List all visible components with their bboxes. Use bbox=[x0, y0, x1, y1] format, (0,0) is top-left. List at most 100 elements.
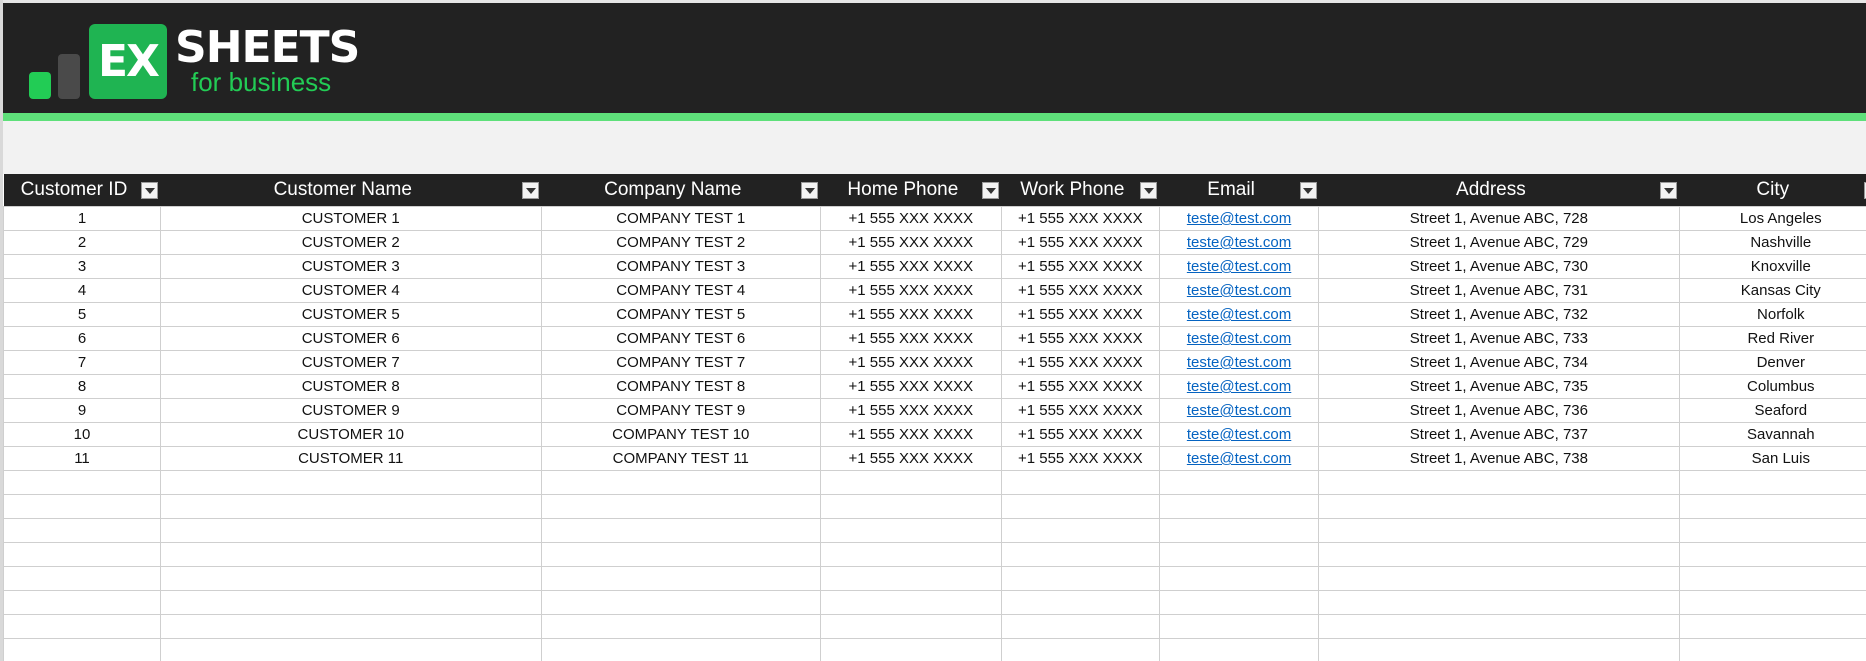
column-header[interactable]: Work Phone bbox=[1001, 174, 1160, 207]
empty-cell[interactable] bbox=[540, 542, 821, 567]
table-cell[interactable]: Norfolk bbox=[1678, 302, 1866, 327]
table-cell[interactable]: +1 555 XXX XXXX bbox=[1000, 374, 1160, 399]
table-cell[interactable]: +1 555 XXX XXXX bbox=[819, 206, 1002, 231]
table-cell[interactable]: +1 555 XXX XXXX bbox=[1000, 398, 1160, 423]
table-cell[interactable]: teste@test.com bbox=[1158, 374, 1320, 399]
table-cell[interactable]: Columbus bbox=[1678, 374, 1866, 399]
table-cell[interactable]: 3 bbox=[3, 254, 161, 279]
email-link[interactable]: teste@test.com bbox=[1187, 210, 1291, 227]
table-cell[interactable]: teste@test.com bbox=[1158, 398, 1320, 423]
table-cell[interactable]: +1 555 XXX XXXX bbox=[819, 278, 1002, 303]
empty-cell[interactable] bbox=[3, 494, 161, 519]
table-cell[interactable]: San Luis bbox=[1678, 446, 1866, 471]
empty-cell[interactable] bbox=[540, 494, 821, 519]
table-cell[interactable]: +1 555 XXX XXXX bbox=[1000, 446, 1160, 471]
table-cell[interactable]: COMPANY TEST 9 bbox=[540, 398, 821, 423]
filter-dropdown-button[interactable] bbox=[801, 182, 819, 199]
table-cell[interactable]: Los Angeles bbox=[1678, 206, 1866, 231]
table-cell[interactable]: COMPANY TEST 8 bbox=[540, 374, 821, 399]
table-cell[interactable]: Street 1, Avenue ABC, 738 bbox=[1318, 446, 1680, 471]
table-cell[interactable]: teste@test.com bbox=[1158, 254, 1320, 279]
table-cell[interactable]: Knoxville bbox=[1678, 254, 1866, 279]
column-header[interactable]: Email bbox=[1159, 174, 1319, 207]
table-cell[interactable]: +1 555 XXX XXXX bbox=[1000, 302, 1160, 327]
table-cell[interactable]: Street 1, Avenue ABC, 733 bbox=[1318, 326, 1680, 351]
table-cell[interactable]: CUSTOMER 3 bbox=[159, 254, 542, 279]
empty-cell[interactable] bbox=[159, 566, 542, 591]
table-cell[interactable]: CUSTOMER 1 bbox=[159, 206, 542, 231]
table-cell[interactable]: COMPANY TEST 11 bbox=[540, 446, 821, 471]
table-cell[interactable]: Street 1, Avenue ABC, 736 bbox=[1318, 398, 1680, 423]
table-cell[interactable]: teste@test.com bbox=[1158, 230, 1320, 255]
email-link[interactable]: teste@test.com bbox=[1187, 306, 1291, 323]
table-cell[interactable]: 9 bbox=[3, 398, 161, 423]
table-cell[interactable]: COMPANY TEST 2 bbox=[540, 230, 821, 255]
empty-cell[interactable] bbox=[1678, 590, 1866, 615]
empty-cell[interactable] bbox=[1678, 566, 1866, 591]
table-cell[interactable]: COMPANY TEST 1 bbox=[540, 206, 821, 231]
table-cell[interactable]: 5 bbox=[3, 302, 161, 327]
empty-cell[interactable] bbox=[540, 518, 821, 543]
table-cell[interactable]: CUSTOMER 10 bbox=[159, 422, 542, 447]
empty-cell[interactable] bbox=[159, 614, 542, 639]
empty-cell[interactable] bbox=[3, 542, 161, 567]
table-cell[interactable]: Street 1, Avenue ABC, 737 bbox=[1318, 422, 1680, 447]
table-cell[interactable]: 2 bbox=[3, 230, 161, 255]
empty-cell[interactable] bbox=[159, 494, 542, 519]
empty-cell[interactable] bbox=[1318, 518, 1680, 543]
filter-dropdown-button[interactable] bbox=[1660, 182, 1678, 199]
empty-cell[interactable] bbox=[1678, 542, 1866, 567]
empty-cell[interactable] bbox=[3, 638, 161, 661]
empty-cell[interactable] bbox=[540, 638, 821, 661]
table-cell[interactable]: CUSTOMER 4 bbox=[159, 278, 542, 303]
table-cell[interactable]: 7 bbox=[3, 350, 161, 375]
table-cell[interactable]: +1 555 XXX XXXX bbox=[1000, 278, 1160, 303]
empty-cell[interactable] bbox=[1318, 494, 1680, 519]
filter-dropdown-button[interactable] bbox=[1140, 182, 1158, 199]
table-cell[interactable]: CUSTOMER 7 bbox=[159, 350, 542, 375]
table-cell[interactable]: Street 1, Avenue ABC, 734 bbox=[1318, 350, 1680, 375]
empty-cell[interactable] bbox=[819, 470, 1002, 495]
table-cell[interactable]: Seaford bbox=[1678, 398, 1866, 423]
table-cell[interactable]: +1 555 XXX XXXX bbox=[819, 254, 1002, 279]
email-link[interactable]: teste@test.com bbox=[1187, 426, 1291, 443]
table-cell[interactable]: CUSTOMER 2 bbox=[159, 230, 542, 255]
table-cell[interactable]: +1 555 XXX XXXX bbox=[819, 302, 1002, 327]
table-cell[interactable]: teste@test.com bbox=[1158, 278, 1320, 303]
column-header[interactable]: City bbox=[1679, 174, 1866, 207]
filter-dropdown-button[interactable] bbox=[982, 182, 1000, 199]
empty-cell[interactable] bbox=[540, 470, 821, 495]
table-cell[interactable]: +1 555 XXX XXXX bbox=[819, 446, 1002, 471]
column-header[interactable]: Company Name bbox=[541, 174, 821, 207]
empty-cell[interactable] bbox=[819, 590, 1002, 615]
empty-cell[interactable] bbox=[540, 566, 821, 591]
table-cell[interactable]: teste@test.com bbox=[1158, 326, 1320, 351]
empty-cell[interactable] bbox=[540, 590, 821, 615]
empty-cell[interactable] bbox=[1678, 518, 1866, 543]
table-cell[interactable]: Kansas City bbox=[1678, 278, 1866, 303]
column-header[interactable]: Customer Name bbox=[160, 174, 542, 207]
filter-dropdown-button[interactable] bbox=[1299, 182, 1317, 199]
table-cell[interactable]: +1 555 XXX XXXX bbox=[1000, 230, 1160, 255]
email-link[interactable]: teste@test.com bbox=[1187, 354, 1291, 371]
table-cell[interactable]: 8 bbox=[3, 374, 161, 399]
table-cell[interactable]: 4 bbox=[3, 278, 161, 303]
empty-cell[interactable] bbox=[3, 518, 161, 543]
empty-cell[interactable] bbox=[1000, 494, 1160, 519]
empty-cell[interactable] bbox=[1678, 614, 1866, 639]
table-cell[interactable]: CUSTOMER 9 bbox=[159, 398, 542, 423]
empty-cell[interactable] bbox=[3, 566, 161, 591]
empty-cell[interactable] bbox=[819, 614, 1002, 639]
empty-cell[interactable] bbox=[819, 518, 1002, 543]
table-cell[interactable]: +1 555 XXX XXXX bbox=[819, 230, 1002, 255]
table-cell[interactable]: teste@test.com bbox=[1158, 422, 1320, 447]
table-cell[interactable]: 10 bbox=[3, 422, 161, 447]
filter-dropdown-button[interactable] bbox=[522, 182, 540, 199]
empty-cell[interactable] bbox=[1318, 566, 1680, 591]
table-cell[interactable]: Red River bbox=[1678, 326, 1866, 351]
table-cell[interactable]: 6 bbox=[3, 326, 161, 351]
table-cell[interactable]: +1 555 XXX XXXX bbox=[1000, 326, 1160, 351]
empty-cell[interactable] bbox=[1318, 470, 1680, 495]
table-cell[interactable]: teste@test.com bbox=[1158, 350, 1320, 375]
empty-cell[interactable] bbox=[1678, 470, 1866, 495]
